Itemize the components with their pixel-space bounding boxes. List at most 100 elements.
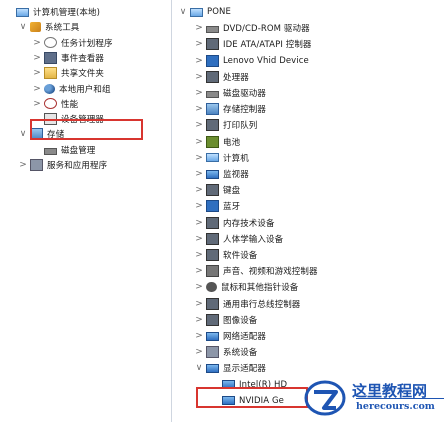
services-apps-icon	[30, 159, 43, 171]
hid-icon	[206, 232, 219, 245]
expand-chevron-icon[interactable]: >	[194, 282, 204, 292]
expand-chevron-icon[interactable]: >	[32, 53, 42, 63]
collapse-chevron-icon[interactable]: ∨	[18, 129, 28, 139]
expand-chevron-icon[interactable]: >	[194, 153, 204, 163]
ide-controller-icon	[206, 38, 219, 51]
disk-drive-icon	[206, 91, 219, 98]
network-adapter-icon	[206, 331, 219, 341]
console-tree-item-3[interactable]: > 事件查看器	[32, 50, 104, 66]
device-tree-item-17[interactable]: > 鼠标和其他指针设备	[194, 279, 298, 295]
bluetooth-icon	[206, 200, 219, 213]
console-tree-pane: 计算机管理(本地) ∨ 系统工具 > 任务计划程序 > 事件查看器 > 共享文件夹 > 本地用户和组…	[0, 0, 172, 422]
tree-item-label: 系统设备	[223, 348, 258, 359]
expand-chevron-icon[interactable]: >	[194, 218, 204, 228]
computer-icon	[206, 153, 219, 163]
device-tree-item-3[interactable]: > Lenovo Vhid Device	[194, 53, 309, 69]
device-tree-item-19[interactable]: > 图像设备	[194, 312, 257, 328]
collapse-chevron-icon[interactable]: ∨	[18, 22, 28, 32]
device-tree-item-4[interactable]: > 处理器	[194, 69, 249, 85]
tree-item-label: DVD/CD-ROM 驱动器	[223, 24, 310, 35]
device-tree-item-5[interactable]: > 磁盘驱动器	[194, 85, 266, 101]
console-tree-item-6[interactable]: > 性能	[32, 96, 78, 112]
device-tree-item-6[interactable]: > 存储控制器	[194, 101, 266, 117]
tree-item-label: 任务计划程序	[61, 38, 113, 49]
console-tree-item-4[interactable]: > 共享文件夹	[32, 65, 104, 81]
device-tree-item-13[interactable]: > 内存技术设备	[194, 215, 275, 231]
device-tree-item-11[interactable]: > 键盘	[194, 182, 240, 198]
device-tree-item-1[interactable]: > DVD/CD-ROM 驱动器	[194, 20, 310, 36]
tree-item-label: 网络适配器	[223, 332, 267, 342]
expand-chevron-icon[interactable]: >	[194, 39, 204, 49]
tree-item-label: 人体学输入设备	[223, 234, 284, 245]
console-tree-item-10[interactable]: > 服务和应用程序	[18, 157, 107, 173]
tree-item-label: IDE ATA/ATAPI 控制器	[223, 40, 312, 51]
expand-chevron-icon[interactable]: >	[194, 299, 204, 309]
expand-chevron-icon[interactable]: >	[194, 104, 204, 114]
console-tree-item-5[interactable]: > 本地用户和组	[32, 81, 111, 97]
local-users-icon	[44, 83, 55, 94]
device-tree-item-0[interactable]: ∨ PONE	[178, 4, 231, 20]
expand-chevron-icon[interactable]: >	[194, 185, 204, 195]
tree-item-label: 蓝牙	[223, 202, 241, 213]
device-tree-item-22[interactable]: ∨ 显示适配器	[194, 360, 266, 376]
tree-item-label: 事件查看器	[61, 53, 105, 64]
task-scheduler-icon	[44, 37, 57, 49]
console-tree-item-2[interactable]: > 任务计划程序	[32, 35, 113, 51]
tree-item-label: 图像设备	[223, 315, 258, 326]
monitor-icon	[206, 169, 219, 179]
device-tree-item-12[interactable]: > 蓝牙	[194, 198, 240, 214]
expand-chevron-icon[interactable]: >	[194, 331, 204, 341]
device-tree-item-7[interactable]: > 打印队列	[194, 117, 257, 133]
tree-item-label: 声音、视频和游戏控制器	[223, 267, 318, 278]
device-tree-item-9[interactable]: > 计算机	[194, 150, 249, 166]
expand-chevron-icon[interactable]: >	[194, 266, 204, 276]
dvd-drive-icon	[206, 26, 219, 34]
device-tree-item-2[interactable]: > IDE ATA/ATAPI 控制器	[194, 36, 312, 52]
expand-chevron-icon[interactable]: >	[32, 68, 42, 78]
watermark-divider	[356, 398, 444, 399]
expand-chevron-icon[interactable]: >	[194, 201, 204, 211]
tree-item-label: 内存技术设备	[223, 218, 275, 229]
expand-chevron-icon[interactable]: >	[194, 56, 204, 66]
device-tree-item-8[interactable]: > 电池	[194, 134, 240, 150]
expand-chevron-icon[interactable]: >	[194, 315, 204, 325]
expand-chevron-icon[interactable]: >	[194, 120, 204, 130]
tree-item-label: 性能	[61, 99, 79, 110]
device-tree-item-16[interactable]: > 声音、视频和游戏控制器	[194, 263, 318, 279]
device-tree-item-18[interactable]: > 通用串行总线控制器	[194, 296, 300, 312]
keyboard-icon	[206, 184, 219, 197]
console-tree-item-9[interactable]: 磁盘管理	[32, 142, 95, 158]
tree-item-label: 处理器	[223, 72, 249, 83]
device-tree-item-20[interactable]: > 网络适配器	[194, 328, 266, 344]
watermark-url: herecours.com	[356, 401, 435, 412]
device-tree-pane: ∨ PONE > DVD/CD-ROM 驱动器 > IDE ATA/ATAPI 控制器 > L…	[172, 0, 448, 422]
expand-chevron-icon[interactable]: >	[194, 72, 204, 82]
memory-device-icon	[206, 216, 219, 229]
expand-chevron-icon[interactable]: >	[32, 84, 42, 94]
device-tree-item-10[interactable]: > 监视器	[194, 166, 249, 182]
expand-chevron-icon[interactable]: >	[32, 38, 42, 48]
device-tree-item-15[interactable]: > 软件设备	[194, 247, 257, 263]
expand-chevron-icon[interactable]: >	[194, 23, 204, 33]
tree-item-label: 电池	[223, 137, 241, 148]
computer-icon	[190, 7, 203, 17]
device-manager-highlight	[30, 119, 143, 140]
expand-chevron-icon[interactable]: >	[32, 99, 42, 109]
expand-chevron-icon[interactable]: >	[194, 88, 204, 98]
collapse-chevron-icon[interactable]: ∨	[194, 363, 204, 373]
tree-item-label: 键盘	[223, 186, 241, 197]
console-tree-item-1[interactable]: ∨ 系统工具	[18, 19, 79, 35]
expand-chevron-icon[interactable]: >	[18, 160, 28, 170]
expand-chevron-icon[interactable]: >	[194, 169, 204, 179]
tree-item-label: 本地用户和组	[59, 84, 111, 95]
expand-chevron-icon[interactable]: >	[194, 250, 204, 260]
expand-chevron-icon[interactable]: >	[194, 347, 204, 357]
device-tree-item-14[interactable]: > 人体学输入设备	[194, 231, 283, 247]
collapse-chevron-icon[interactable]: ∨	[178, 7, 188, 17]
device-tree-item-21[interactable]: > 系统设备	[194, 344, 257, 360]
console-tree-item-0[interactable]: 计算机管理(本地)	[4, 4, 100, 20]
expand-chevron-icon[interactable]: >	[194, 137, 204, 147]
tree-item-label: 磁盘管理	[61, 145, 96, 156]
system-tools-icon	[30, 22, 41, 33]
expand-chevron-icon[interactable]: >	[194, 234, 204, 244]
